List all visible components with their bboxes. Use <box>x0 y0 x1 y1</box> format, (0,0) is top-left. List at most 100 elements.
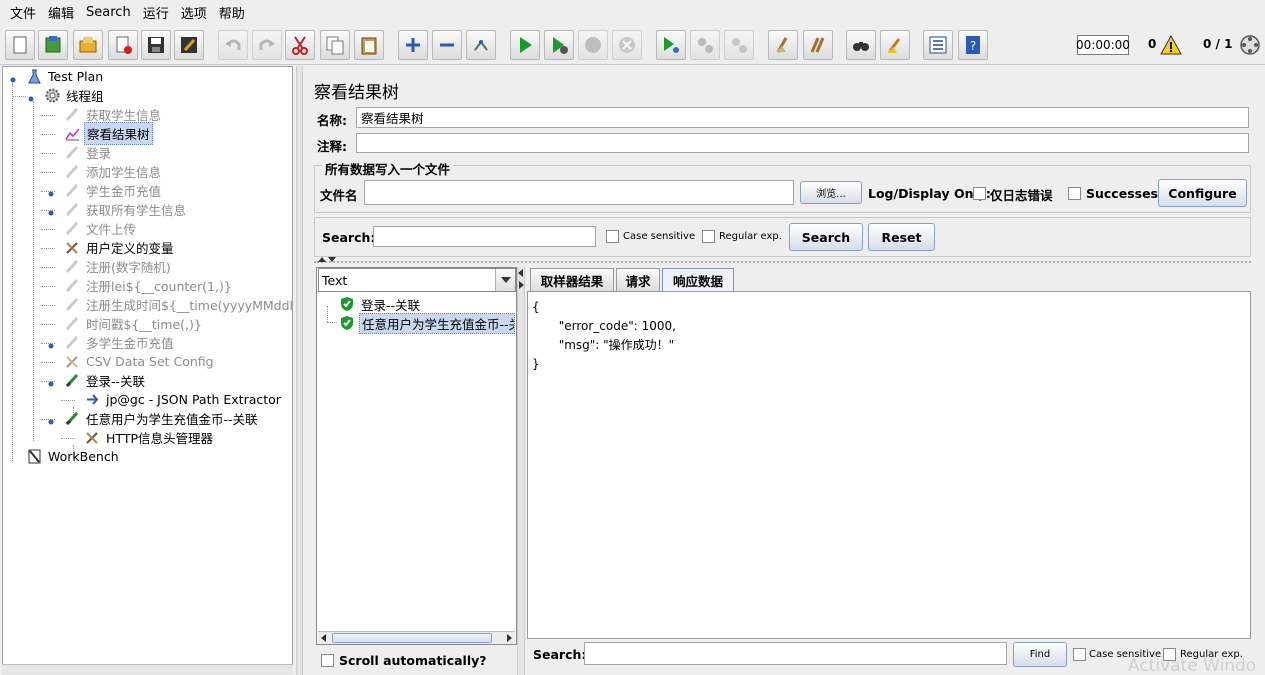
search-input[interactable] <box>373 226 596 247</box>
tree-horizontal-scrollbar[interactable] <box>2 664 293 675</box>
tree-item[interactable]: 学生金币充值 <box>63 181 163 200</box>
name-field[interactable]: 察看结果树 <box>356 107 1249 128</box>
shutdown-button[interactable] <box>612 30 642 60</box>
errors-only-checkbox[interactable] <box>973 187 986 200</box>
tree-item[interactable]: 登录 <box>63 143 113 162</box>
tab-request[interactable]: 请求 <box>616 268 660 291</box>
remote-start-button[interactable] <box>656 30 686 60</box>
search-button[interactable] <box>846 30 876 60</box>
tree-toggle-icon[interactable] <box>27 92 35 102</box>
expand-button[interactable] <box>398 30 428 60</box>
case-sensitive-checkbox[interactable] <box>606 230 619 243</box>
tree-item[interactable]: 获取所有学生信息 <box>63 200 188 219</box>
scroll-left-icon[interactable] <box>320 634 328 642</box>
tab-sampler-result[interactable]: 取样器结果 <box>530 268 614 291</box>
tree-item[interactable]: 注册(数字随机) <box>63 257 173 276</box>
tree-item[interactable]: WorkBench <box>25 447 121 466</box>
tree-item[interactable]: 用户定义的变量 <box>63 238 176 257</box>
bottom-search-input[interactable] <box>584 642 1007 665</box>
tree-item[interactable]: 登录--关联 <box>63 371 147 390</box>
tree-item[interactable]: 线程组 <box>43 86 106 105</box>
comment-field[interactable] <box>356 133 1249 153</box>
results-horizontal-scrollbar[interactable] <box>318 631 515 644</box>
pen-icon <box>63 201 81 219</box>
regex-checkbox[interactable] <box>702 230 715 243</box>
scroll-right-icon[interactable] <box>505 634 513 642</box>
undo-button[interactable] <box>218 30 248 60</box>
tree-item[interactable]: 注册生成时间${__time(yyyyMMddhhmm <box>63 295 292 314</box>
bottom-case-sensitive-checkbox[interactable] <box>1073 648 1086 661</box>
scroll-automatically-checkbox[interactable] <box>321 654 334 667</box>
tree-item[interactable]: jp@gc - JSON Path Extractor <box>83 390 283 409</box>
tree-item[interactable]: 文件上传 <box>63 219 138 238</box>
reset-search-button[interactable] <box>880 30 910 60</box>
remote-shutdown-button[interactable] <box>724 30 754 60</box>
result-item[interactable]: 登录--关联 <box>339 295 422 313</box>
split-right-arrow-icon[interactable] <box>518 281 524 289</box>
renderer-dropdown-arrow[interactable] <box>495 269 515 291</box>
clear-button[interactable] <box>768 30 798 60</box>
result-item[interactable]: 任意用户为学生充值金币--关联 <box>339 312 515 334</box>
save-button[interactable] <box>141 30 171 60</box>
remote-status-icon[interactable] <box>1239 34 1261 56</box>
split-left-arrow-icon[interactable] <box>518 269 524 277</box>
open-button[interactable] <box>73 30 103 60</box>
tree-item-label: Test Plan <box>48 69 104 84</box>
response-body[interactable]: { "error_code": 1000, "msg": "操作成功！" } <box>532 298 676 374</box>
tree-item[interactable]: 时间戳${__time(,)} <box>63 314 204 333</box>
templates-icon <box>45 36 61 53</box>
tree-item[interactable]: Test Plan <box>25 67 105 86</box>
clear-all-button[interactable] <box>803 30 833 60</box>
menu-run[interactable]: 运行 <box>137 3 175 22</box>
warning-icon[interactable] <box>1160 35 1182 55</box>
configure-button[interactable]: Configure <box>1158 179 1247 207</box>
results-divider[interactable] <box>314 261 1251 264</box>
pen-icon <box>63 163 81 181</box>
tree-item[interactable]: 添加学生信息 <box>63 162 163 181</box>
collapse-button[interactable] <box>432 30 462 60</box>
tree-toggle-icon[interactable] <box>9 73 17 83</box>
tree-item[interactable]: 注册lei${__counter(1,)} <box>63 276 234 295</box>
help-button[interactable]: ? <box>958 30 988 60</box>
tree-item[interactable]: HTTP信息头管理器 <box>83 428 215 447</box>
successes-checkbox[interactable] <box>1068 187 1081 200</box>
tree-item[interactable]: 任意用户为学生充值金币--关联 <box>63 409 260 428</box>
new-button[interactable] <box>5 30 35 60</box>
pen-icon <box>63 296 81 314</box>
start-button[interactable] <box>510 30 540 60</box>
tree-item[interactable]: CSV Data Set Config <box>63 352 216 371</box>
tools-icon <box>63 239 81 257</box>
search-submit-button[interactable]: Search <box>789 223 863 251</box>
close-button[interactable] <box>108 30 138 60</box>
browse-button[interactable]: 浏览... <box>800 181 862 204</box>
tree-item[interactable]: 多学生金币充值 <box>63 333 176 352</box>
stop-button[interactable] <box>578 30 608 60</box>
save-as-button[interactable] <box>174 30 204 60</box>
find-button[interactable]: Find <box>1013 642 1067 667</box>
tree-item[interactable]: 察看结果树 <box>63 122 153 145</box>
templates-button[interactable] <box>38 30 68 60</box>
menu-options[interactable]: 选项 <box>175 3 213 22</box>
function-helper-button[interactable] <box>923 30 953 60</box>
results-splitter[interactable] <box>517 267 525 675</box>
copy-button[interactable] <box>320 30 350 60</box>
menu-help[interactable]: 帮助 <box>213 3 251 22</box>
cut-button[interactable] <box>285 30 315 60</box>
main-splitter[interactable] <box>296 66 303 675</box>
reset-button[interactable]: Reset <box>868 223 935 251</box>
paste-button[interactable] <box>354 30 384 60</box>
tree-item-label: jp@gc - JSON Path Extractor <box>106 392 281 407</box>
menu-file[interactable]: 文件 <box>4 3 42 22</box>
collapse-arrows-icon[interactable] <box>317 256 337 264</box>
menu-search[interactable]: Search <box>80 5 137 20</box>
menu-edit[interactable]: 编辑 <box>42 3 80 22</box>
filename-input[interactable] <box>364 180 794 205</box>
results-scroll-thumb[interactable] <box>332 633 492 643</box>
toggle-button[interactable] <box>466 30 496 60</box>
test-plan-tree[interactable]: Test Plan 线程组 获取学生信息 察看结果树 登录 添加学生信息 学生金币充值 获取所… <box>2 66 293 675</box>
start-no-pause-button[interactable] <box>544 30 574 60</box>
renderer-select[interactable]: Text <box>318 268 516 292</box>
redo-button[interactable] <box>252 30 282 60</box>
remote-stop-button[interactable] <box>690 30 720 60</box>
tab-response-data[interactable]: 响应数据 <box>662 268 734 291</box>
